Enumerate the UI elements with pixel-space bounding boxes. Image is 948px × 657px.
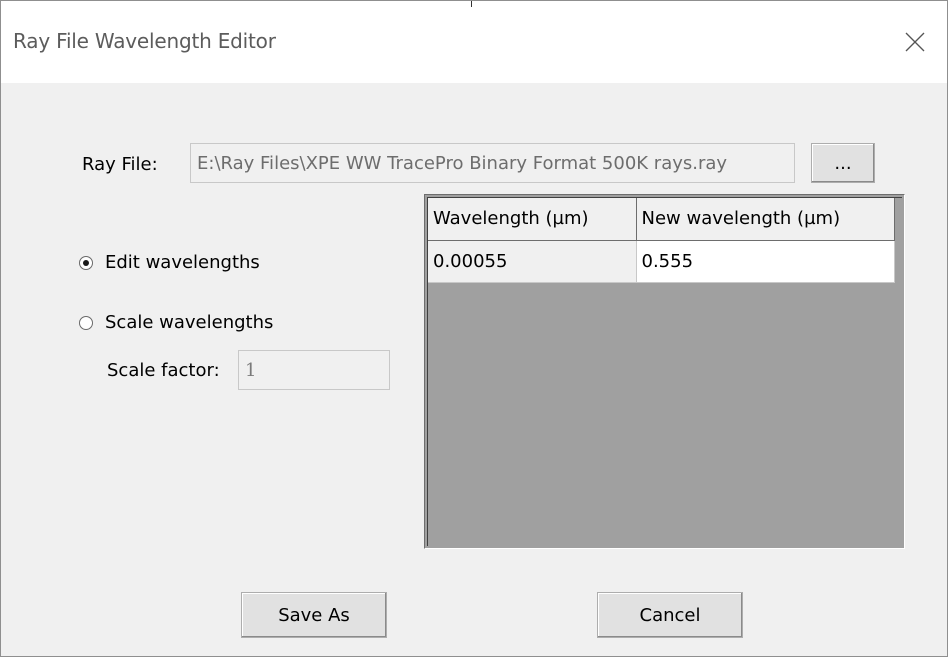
ray-file-path-field[interactable]: E:\Ray Files\XPE WW TracePro Binary Form… bbox=[190, 143, 795, 183]
scale-factor-input[interactable]: 1 bbox=[238, 350, 390, 390]
radio-selected-dot bbox=[83, 259, 89, 266]
grid-area: Wavelength (µm) New wavelength (µm) 0.00… bbox=[427, 197, 902, 546]
cancel-button[interactable]: Cancel bbox=[597, 592, 743, 638]
edit-wavelengths-option[interactable]: Edit wavelengths bbox=[79, 252, 260, 273]
scale-wavelengths-label: Scale wavelengths bbox=[105, 312, 274, 333]
column-header-wavelength[interactable]: Wavelength (µm) bbox=[428, 198, 637, 241]
wavelength-table: Wavelength (µm) New wavelength (µm) 0.00… bbox=[428, 198, 895, 283]
table-header-row: Wavelength (µm) New wavelength (µm) bbox=[428, 198, 895, 241]
window-title: Ray File Wavelength Editor bbox=[13, 29, 276, 53]
table-row: 0.00055 0.555 bbox=[428, 240, 895, 283]
scale-factor-label: Scale factor: bbox=[107, 360, 220, 381]
save-as-button[interactable]: Save As bbox=[241, 592, 387, 638]
close-button[interactable] bbox=[883, 1, 947, 83]
edit-wavelengths-label: Edit wavelengths bbox=[105, 252, 260, 273]
scale-wavelengths-option[interactable]: Scale wavelengths bbox=[79, 312, 273, 333]
wavelength-grid: Wavelength (µm) New wavelength (µm) 0.00… bbox=[424, 194, 905, 549]
browse-button[interactable]: ... bbox=[811, 143, 875, 183]
ray-file-label: Ray File: bbox=[82, 154, 158, 175]
divider bbox=[471, 1, 472, 7]
column-header-new-wavelength[interactable]: New wavelength (µm) bbox=[636, 198, 895, 241]
scale-wavelengths-radio[interactable] bbox=[79, 315, 93, 330]
title-bar: Ray File Wavelength Editor bbox=[1, 1, 947, 83]
dialog-window: Ray File Wavelength Editor Ray File: E:\… bbox=[0, 0, 948, 657]
cell-wavelength[interactable]: 0.00055 bbox=[428, 240, 637, 283]
edit-wavelengths-radio[interactable] bbox=[79, 255, 93, 270]
cell-new-wavelength[interactable]: 0.555 bbox=[636, 240, 895, 283]
close-icon bbox=[905, 32, 925, 52]
